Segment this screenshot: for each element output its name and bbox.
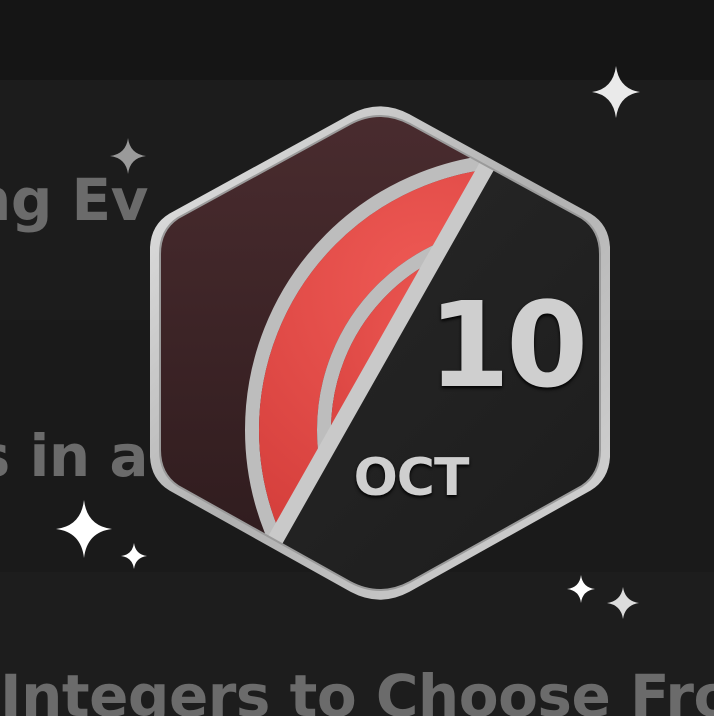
list-row-title: s in a: [0, 422, 149, 490]
list-row-title: Integers to Choose From a: [0, 662, 714, 716]
list-row-title: oping Ev: [0, 166, 148, 234]
sparkle-icon: [56, 500, 112, 558]
sparkle-icon: [110, 138, 146, 174]
achievement-badge: 10 OCT: [150, 100, 610, 610]
badge-month: OCT: [353, 448, 470, 508]
sparkle-icon: [121, 543, 147, 569]
sparkle-icon: [607, 587, 639, 619]
badge-day: 10: [428, 276, 588, 414]
